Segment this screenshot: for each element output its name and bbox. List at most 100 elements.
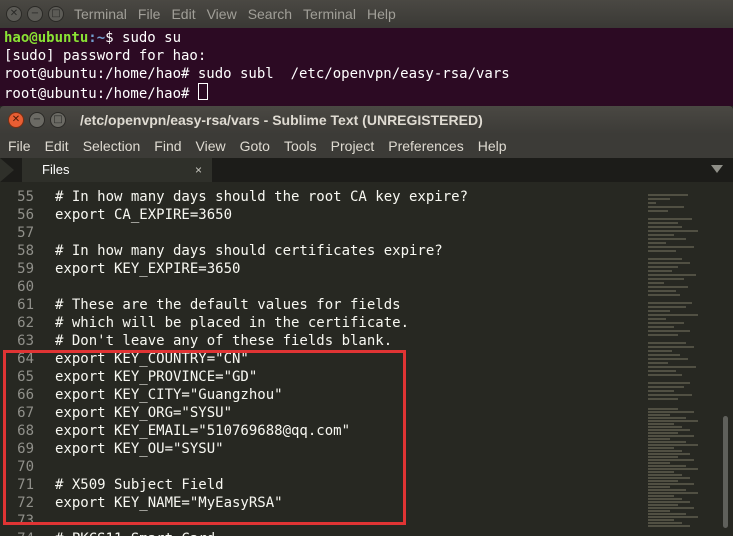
minimap-line — [648, 330, 690, 332]
minimap-line — [648, 414, 670, 416]
menu-search[interactable]: Search — [248, 6, 292, 22]
tab-files[interactable]: Files × — [22, 158, 212, 182]
line-number: 55 — [17, 189, 34, 205]
code-line: 58 # In how many days should certificates… — [0, 242, 733, 260]
minimap-line — [648, 294, 680, 296]
menu-file[interactable]: File — [8, 138, 31, 154]
minimap-line — [648, 290, 676, 292]
sidebar-toggle-icon[interactable] — [0, 158, 14, 182]
close-icon[interactable]: × — [195, 163, 202, 177]
menu-tools[interactable]: Tools — [284, 138, 317, 154]
menu-terminal-2[interactable]: Terminal — [303, 6, 356, 22]
close-icon[interactable]: ✕ — [8, 112, 24, 128]
menu-help[interactable]: Help — [367, 6, 396, 22]
menu-project[interactable]: Project — [331, 138, 375, 154]
menu-goto[interactable]: Goto — [240, 138, 270, 154]
close-icon[interactable]: ✕ — [6, 6, 22, 22]
minimap-line — [648, 266, 678, 268]
scroll-thumb[interactable] — [723, 416, 728, 528]
menu-view[interactable]: View — [196, 138, 226, 154]
minimap-line — [648, 334, 678, 336]
minimap-line — [648, 468, 698, 470]
minimap-line — [648, 516, 698, 518]
vertical-scrollbar[interactable] — [720, 188, 730, 536]
menu-view[interactable]: View — [207, 6, 237, 22]
minimap-line — [648, 210, 668, 212]
terminal-cursor — [197, 83, 208, 100]
minimap-line — [648, 374, 682, 376]
line-number: 56 — [17, 207, 34, 223]
menu-file[interactable]: File — [138, 6, 161, 22]
code-text: export KEY_COUNTRY="CN" — [55, 351, 249, 367]
minimap-line — [648, 423, 674, 425]
code-line: 64 export KEY_COUNTRY="CN" — [0, 350, 733, 368]
minimap-line — [648, 465, 686, 467]
minimap-line — [648, 495, 674, 497]
minimap-line — [648, 270, 672, 272]
menu-terminal[interactable]: Terminal — [74, 6, 127, 22]
code-text: export KEY_PROVINCE="GD" — [55, 369, 258, 385]
line-number: 69 — [17, 441, 34, 457]
minimap-line — [648, 382, 690, 384]
minimap-line — [648, 350, 672, 352]
minimap-line — [648, 522, 682, 524]
minimize-icon[interactable]: − — [29, 112, 45, 128]
code-line: 70 — [0, 458, 733, 476]
menu-edit[interactable]: Edit — [45, 138, 69, 154]
code-line: 74# PKCS11 Smart Card — [0, 530, 733, 536]
chevron-down-icon[interactable] — [711, 165, 723, 173]
minimap-line — [648, 362, 668, 364]
minimap-line — [648, 411, 694, 413]
menu-preferences[interactable]: Preferences — [388, 138, 463, 154]
code-text: # These are the default values for field… — [55, 297, 401, 313]
line-number: 72 — [17, 495, 34, 511]
code-text: export KEY_EMAIL="510769688@qq.com" — [55, 423, 351, 439]
minimap-line — [648, 462, 670, 464]
minimap-line — [648, 447, 674, 449]
sublime-window: ✕ − □ /etc/openvpn/easy-rsa/vars - Subli… — [0, 106, 733, 536]
maximize-icon[interactable]: □ — [48, 6, 64, 22]
minimap-line — [648, 302, 692, 304]
menu-help[interactable]: Help — [478, 138, 507, 154]
minimap-line — [648, 489, 686, 491]
code-text: export KEY_ORG="SYSU" — [55, 405, 233, 421]
window-title: /etc/openvpn/easy-rsa/vars - Sublime Tex… — [80, 112, 483, 128]
minimap-line — [648, 306, 686, 308]
terminal-output[interactable]: hao@ubuntu:~$ sudo su [sudo] password fo… — [0, 28, 733, 108]
minimap-line — [648, 314, 698, 316]
minimap-line — [648, 398, 678, 400]
maximize-icon[interactable]: □ — [50, 112, 66, 128]
tab-label: Files — [42, 162, 70, 177]
line-number: 64 — [17, 351, 34, 367]
minimap-line — [648, 194, 688, 196]
minimap-line — [648, 390, 674, 392]
minimap-line — [648, 326, 674, 328]
minimap-line — [648, 486, 670, 488]
minimap-line — [648, 477, 690, 479]
code-editor[interactable]: 55 # In how many days should the root CA … — [0, 188, 733, 536]
line-number: 62 — [17, 315, 34, 331]
minimap-line — [648, 230, 698, 232]
line-number: 58 — [17, 243, 34, 259]
line-number: 70 — [17, 459, 34, 475]
code-line: 71 # X509 Subject Field — [0, 476, 733, 494]
code-line: 61 # These are the default values for fie… — [0, 296, 733, 314]
prompt-text: root@ubuntu:/home/hao# — [4, 86, 198, 102]
minimap-line — [648, 471, 674, 473]
menu-find[interactable]: Find — [154, 138, 181, 154]
minimap-line — [648, 432, 678, 434]
minimap-line — [648, 366, 696, 368]
minimap-line — [648, 258, 682, 260]
line-number: 68 — [17, 423, 34, 439]
minimap-line — [648, 310, 670, 312]
line-number: 61 — [17, 297, 34, 313]
code-text: export KEY_OU="SYSU" — [55, 441, 224, 457]
minimap[interactable] — [648, 188, 720, 536]
minimap-line — [648, 282, 664, 284]
minimap-line — [648, 417, 686, 419]
menu-edit[interactable]: Edit — [171, 6, 195, 22]
minimap-line — [648, 435, 694, 437]
minimize-icon[interactable]: − — [27, 6, 43, 22]
code-line: 65 export KEY_PROVINCE="GD" — [0, 368, 733, 386]
menu-selection[interactable]: Selection — [83, 138, 141, 154]
